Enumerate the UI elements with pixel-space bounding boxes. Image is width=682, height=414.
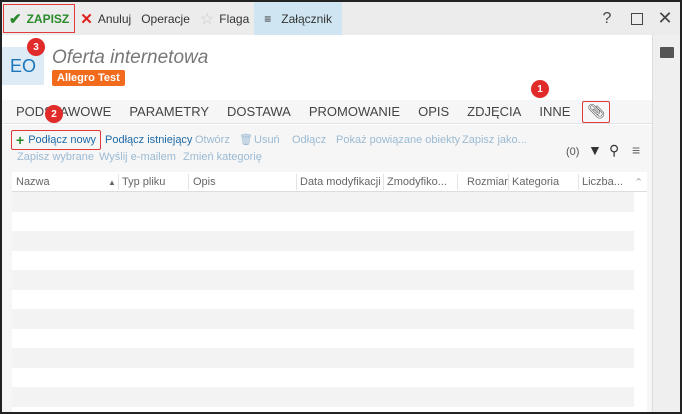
table-row (12, 290, 634, 310)
maximize-icon (631, 12, 643, 25)
tab-opis[interactable]: OPIS (418, 104, 449, 119)
table-row (12, 309, 634, 329)
sort-asc-icon: ▲ (108, 178, 116, 187)
menu-icon[interactable]: ≡ (632, 142, 640, 158)
column-rozmiar[interactable]: Rozmiar (467, 176, 508, 188)
column-nazwa[interactable]: Nazwa (16, 176, 50, 188)
table-row (12, 270, 634, 290)
table-row (12, 387, 634, 407)
column-opis[interactable]: Opis (193, 176, 216, 188)
paperclip-icon: 📎︎ (587, 103, 606, 119)
column-zmodyfikowal[interactable]: Zmodyfiko... (387, 176, 447, 188)
tab-inne[interactable]: INNE (539, 104, 570, 119)
toolbar: ✔ ZAPISZ ✕ Anuluj Operacje ☆ Flaga ≡ Załączn… (2, 2, 680, 35)
save-as-button[interactable]: Zapisz jako... (462, 134, 527, 146)
attach-new-button[interactable]: + Podłącz nowy (11, 130, 102, 150)
table-row (12, 251, 634, 271)
close-icon: ✕ (80, 10, 93, 28)
open-button[interactable]: Otwórz (195, 134, 230, 146)
page-title: Oferta internetowa (52, 47, 209, 68)
search-icon[interactable]: ⚲ (609, 142, 619, 159)
attach-existing-button[interactable]: Podłącz istniejący (105, 134, 192, 146)
step-marker-1: 1 (531, 80, 549, 98)
menu-icon: ≡ (264, 11, 272, 26)
status-badge: Allegro Test (52, 70, 125, 86)
scroll-up-icon[interactable]: ⌃ (634, 176, 643, 189)
table-row (12, 329, 634, 349)
table-header: Nazwa ▲ Typ pliku Opis Data modyfikacji … (12, 172, 647, 192)
trash-icon: 🗑︎ (239, 134, 253, 146)
star-icon: ☆ (199, 10, 215, 28)
step-marker-2: 2 (45, 105, 63, 123)
record-header: EO Oferta internetowa Allegro Test (2, 35, 652, 100)
table-row (12, 368, 634, 388)
cancel-button[interactable]: ✕ Anuluj (75, 2, 136, 35)
comment-icon[interactable] (660, 47, 674, 58)
detach-button[interactable]: Odłącz (292, 134, 326, 146)
filter-count: (0) (566, 146, 580, 158)
table-row (12, 192, 634, 212)
attachment-button[interactable]: ≡ Załącznik (254, 2, 342, 35)
column-data-modyfikacji[interactable]: Data modyfikacji (300, 176, 381, 188)
close-window-button[interactable]: ✕ (650, 2, 680, 35)
tab-promowanie[interactable]: PROMOWANIE (309, 104, 400, 119)
help-button[interactable]: ? (592, 2, 622, 35)
plus-icon: + (16, 132, 25, 148)
tab-dostawa[interactable]: DOSTAWA (227, 104, 291, 119)
step-marker-3: 3 (27, 38, 45, 56)
tab-parametry[interactable]: PARAMETRY (129, 104, 209, 119)
table-body (12, 192, 634, 407)
maximize-button[interactable] (622, 2, 652, 35)
tab-zdjecia[interactable]: ZDJĘCIA (467, 104, 521, 119)
flag-button[interactable]: ☆ Flaga (195, 2, 254, 35)
filter-icon[interactable]: ▼ (588, 142, 602, 158)
operations-button[interactable]: Operacje (136, 2, 195, 35)
send-email-button[interactable]: Wyślij e-mailem (99, 151, 176, 163)
table-row (12, 212, 634, 232)
delete-button[interactable]: Usuń (254, 134, 280, 146)
change-category-button[interactable]: Zmień kategorię (183, 151, 262, 163)
column-liczba[interactable]: Liczba... (582, 176, 623, 188)
save-button[interactable]: ✔ ZAPISZ (3, 4, 76, 33)
tab-attachments[interactable]: 📎︎ (582, 100, 611, 123)
window: ✔ ZAPISZ ✕ Anuluj Operacje ☆ Flaga ≡ Załączn… (0, 0, 682, 414)
column-kategoria[interactable]: Kategoria (512, 176, 559, 188)
side-panel (652, 35, 680, 412)
show-related-button[interactable]: Pokaż powiązane obiekty (336, 134, 460, 146)
column-typ-pliku[interactable]: Typ pliku (122, 176, 165, 188)
attachments-table: Nazwa ▲ Typ pliku Opis Data modyfikacji … (12, 172, 647, 412)
check-icon: ✔ (9, 10, 22, 28)
tab-bar: PODSTAWOWE PARAMETRY DOSTAWA PROMOWANIE … (2, 100, 652, 124)
table-row (12, 231, 634, 251)
table-row (12, 348, 634, 368)
close-icon: ✕ (657, 8, 673, 28)
save-selected-button[interactable]: Zapisz wybrane (17, 151, 94, 163)
tab-podstawowe[interactable]: PODSTAWOWE (16, 104, 111, 119)
